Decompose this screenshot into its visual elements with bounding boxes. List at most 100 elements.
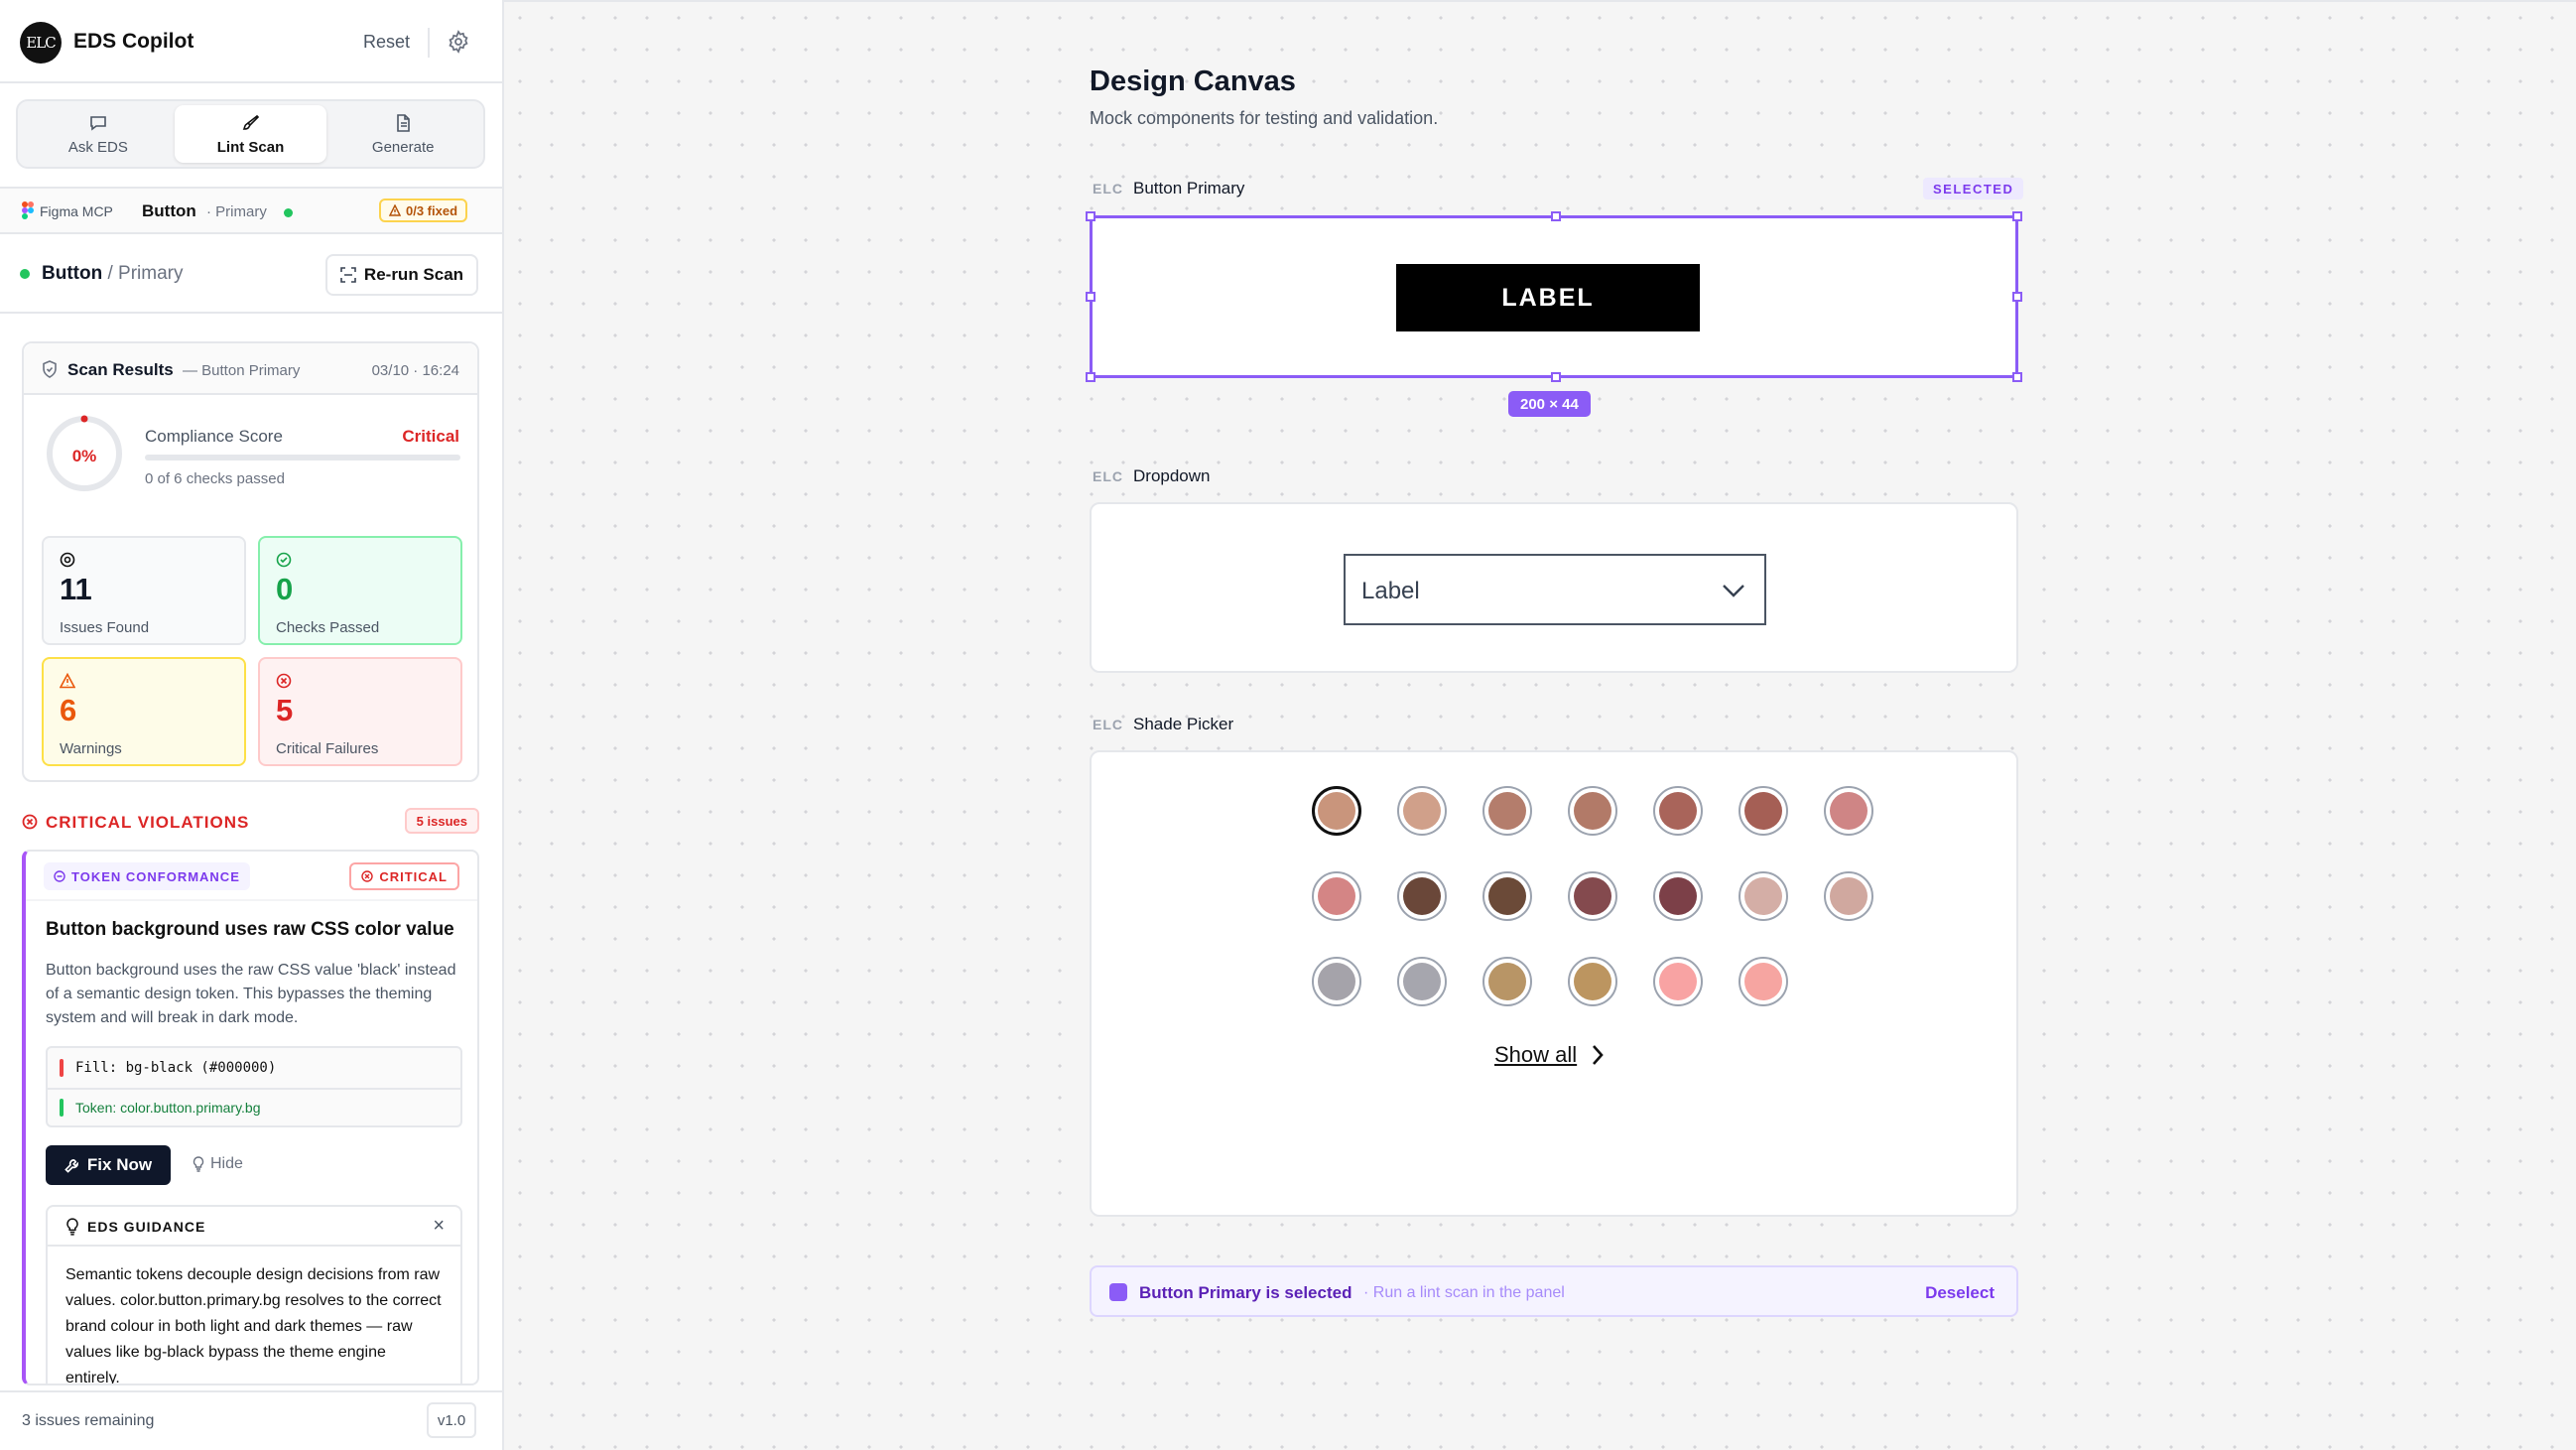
dropdown-preview[interactable]: Label [1344, 554, 1766, 625]
tab-label: Generate [371, 138, 435, 156]
resize-handle-t[interactable] [1551, 211, 1561, 221]
mode-tabs: Ask EDS Lint Scan Generate [16, 99, 485, 169]
shade-picker-frame[interactable]: Show all [1090, 750, 2018, 1217]
rerun-scan-button[interactable]: Re-run Scan [325, 254, 478, 296]
elc-tag: ELC [1093, 468, 1123, 484]
shade-swatch[interactable] [1739, 957, 1788, 1006]
hide-label: Hide [210, 1155, 243, 1172]
shade-swatch[interactable] [1312, 786, 1361, 836]
shade-swatch[interactable] [1482, 871, 1532, 921]
close-icon[interactable]: × [433, 1215, 445, 1238]
issues-found-label: Issues Found [60, 619, 150, 636]
dropdown-frame[interactable]: Label [1090, 502, 2018, 673]
show-all-label: Show all [1494, 1042, 1578, 1067]
figma-mcp-bar: Figma MCP Button · Primary 0/3 fixed [0, 187, 502, 234]
shade-swatch[interactable] [1653, 957, 1703, 1006]
shade-swatch[interactable] [1739, 871, 1788, 921]
shade-swatch[interactable] [1653, 786, 1703, 836]
added-marker [60, 1099, 64, 1117]
shade-swatch[interactable] [1397, 786, 1447, 836]
fixed-count-label: 0/3 fixed [406, 202, 458, 218]
fix-now-button[interactable]: Fix Now [46, 1145, 171, 1185]
warnings-stat: 6 Warnings [42, 657, 246, 766]
frame-name-shade-picker: Shade Picker [1133, 715, 1234, 733]
design-canvas: Design Canvas Mock components for testin… [504, 0, 2576, 1450]
selection-status-bar: Button Primary is selected · Run a lint … [1090, 1265, 2018, 1317]
severity-label: CRITICAL [379, 868, 448, 884]
shade-swatch[interactable] [1397, 871, 1447, 921]
chevron-right-icon [1593, 1045, 1604, 1065]
shade-swatch[interactable] [1824, 786, 1873, 836]
button-primary-frame[interactable]: LABEL [1086, 211, 2022, 382]
critical-violations-header: CRITICAL VIOLATIONS 5 issues [22, 808, 479, 836]
resize-handle-br[interactable] [2012, 372, 2022, 382]
shade-swatch-color [1659, 963, 1697, 1000]
resize-handle-tl[interactable] [1086, 211, 1095, 221]
reset-button[interactable]: Reset [363, 32, 410, 53]
shade-swatch-color [1488, 877, 1526, 915]
resize-handle-l[interactable] [1086, 292, 1095, 302]
shade-swatch[interactable] [1312, 871, 1361, 921]
shade-swatch-color [1318, 792, 1355, 830]
component-variant: Primary [118, 263, 184, 284]
hide-button[interactable]: Hide [193, 1155, 243, 1173]
shade-swatch-color [1659, 792, 1697, 830]
dropdown-label: Label [1361, 578, 1420, 604]
primary-button-preview[interactable]: LABEL [1396, 264, 1700, 331]
selection-hint: · Run a lint scan in the panel [1363, 1284, 1565, 1301]
shade-swatch[interactable] [1312, 957, 1361, 1006]
show-all-link[interactable]: Show all [1494, 1042, 1605, 1068]
scan-results-card: Scan Results — Button Primary 03/10 · 16… [22, 341, 479, 782]
category-badge: TOKEN CONFORMANCE [44, 862, 250, 890]
violation-title: Button background uses raw CSS color val… [46, 919, 454, 940]
fixed-count-badge: 0/3 fixed [379, 198, 468, 222]
version-badge: v1.0 [427, 1402, 476, 1438]
shield-icon [43, 360, 57, 378]
shade-swatch[interactable] [1568, 957, 1617, 1006]
shade-swatch[interactable] [1482, 957, 1532, 1006]
gear-icon[interactable] [447, 30, 470, 54]
panel-footer: 3 issues remaining v1.0 [0, 1390, 502, 1450]
resize-handle-b[interactable] [1551, 372, 1561, 382]
issues-count-badge: 5 issues [404, 808, 479, 834]
resize-handle-tr[interactable] [2012, 211, 2022, 221]
shade-swatch[interactable] [1482, 786, 1532, 836]
shade-swatch[interactable] [1824, 871, 1873, 921]
document-icon [397, 113, 410, 132]
warnings-value: 6 [60, 693, 77, 727]
shade-swatch-color [1574, 877, 1611, 915]
shade-swatch[interactable] [1568, 871, 1617, 921]
shade-swatch[interactable] [1397, 957, 1447, 1006]
tab-label: Lint Scan [216, 138, 285, 156]
header-divider [428, 28, 430, 58]
code-diff: Fill: bg-black (#000000) Token: color.bu… [46, 1046, 462, 1127]
deselect-button[interactable]: Deselect [1925, 1283, 1995, 1303]
issues-found-stat: 11 Issues Found [42, 536, 246, 645]
shade-swatch[interactable] [1568, 786, 1617, 836]
warning-icon [60, 673, 75, 689]
compliance-label: Compliance Score [145, 427, 283, 446]
resize-handle-r[interactable] [2012, 292, 2022, 302]
current-fill-code: Fill: bg-black (#000000) [75, 1060, 277, 1076]
mcp-variant: · Primary [206, 203, 267, 220]
shade-swatch[interactable] [1653, 871, 1703, 921]
issues-remaining: 3 issues remaining [22, 1412, 155, 1429]
shade-swatch[interactable] [1739, 786, 1788, 836]
selection-status-text: Button Primary is selected [1139, 1283, 1352, 1302]
checks-passed-label: Checks Passed [276, 619, 380, 636]
canvas-subtitle: Mock components for testing and validati… [1090, 108, 1439, 128]
elc-tag: ELC [1093, 181, 1123, 197]
connected-indicator [284, 208, 293, 217]
code-divider [48, 1088, 460, 1090]
mcp-component: Button [142, 201, 196, 220]
warning-icon [389, 204, 401, 216]
mcp-source: Figma MCP [40, 203, 113, 219]
tab-generate[interactable]: Generate [326, 105, 479, 163]
frame-name-dropdown: Dropdown [1133, 466, 1211, 485]
breadcrumb-separator: / [102, 263, 119, 284]
elc-tag: ELC [1093, 717, 1123, 732]
tab-lint-scan[interactable]: Lint Scan [174, 105, 327, 163]
guidance-text: Semantic tokens decouple design decision… [65, 1266, 442, 1385]
tab-ask-eds[interactable]: Ask EDS [22, 105, 175, 163]
resize-handle-bl[interactable] [1086, 372, 1095, 382]
